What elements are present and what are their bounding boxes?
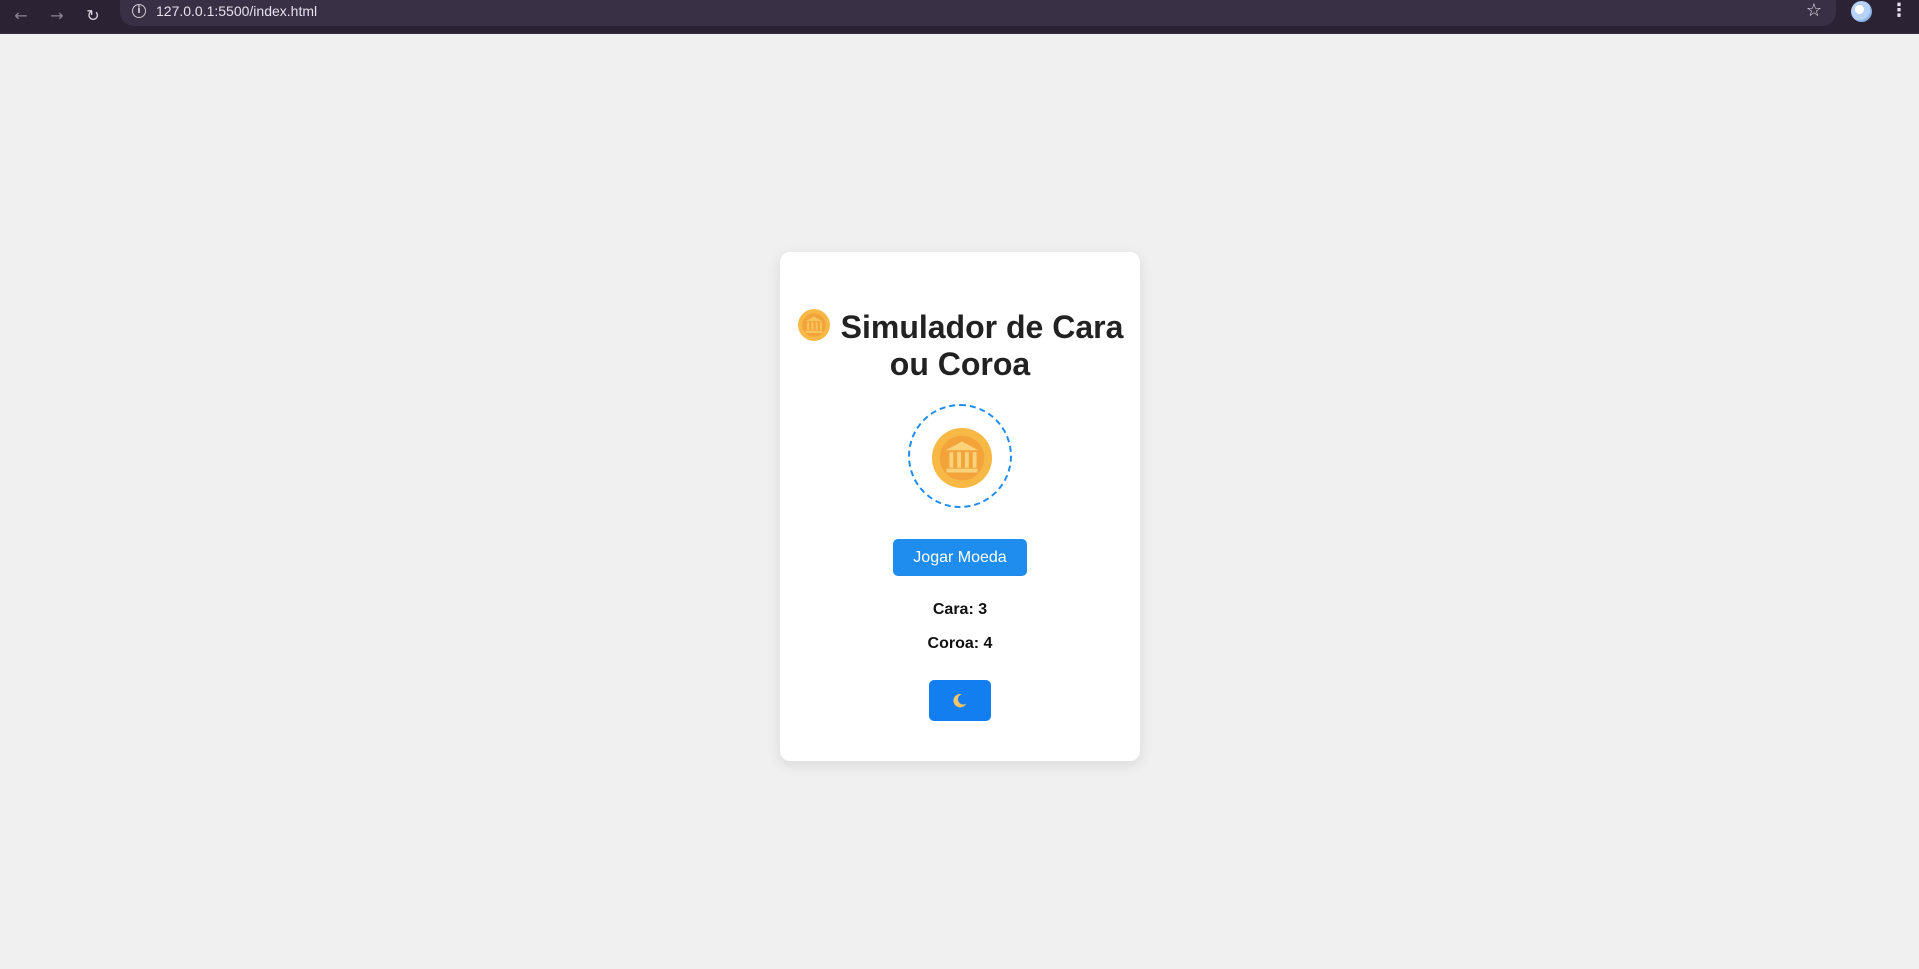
coin-bank-icon [931, 427, 993, 489]
url-text[interactable]: 127.0.0.1:5500/index.html [156, 3, 317, 19]
star-icon[interactable]: ☆ [1806, 0, 1822, 21]
info-icon[interactable]: i [132, 4, 146, 18]
profile-avatar[interactable] [1851, 1, 1872, 22]
kebab-menu-icon[interactable]: ⋮ [1890, 0, 1908, 21]
simulator-card: Simulador de Cara ou Coroa Jogar Moeda C… [780, 252, 1140, 761]
coin-icon [797, 309, 830, 341]
forward-arrow-icon[interactable]: → [44, 2, 70, 28]
browser-toolbar: ← → ↻ i 127.0.0.1:5500/index.html ☆ ⋮ [0, 0, 1919, 34]
tails-count: Coroa: 4 [927, 635, 993, 652]
flip-coin-button[interactable]: Jogar Moeda [893, 539, 1027, 576]
address-bar[interactable]: i 127.0.0.1:5500/index.html ☆ [120, 0, 1836, 26]
coin-display [908, 404, 1012, 508]
page-title-text: Simulador de Cara ou Coroa [840, 309, 1124, 382]
back-arrow-icon[interactable]: ← [8, 2, 34, 28]
theme-toggle-button[interactable] [929, 680, 991, 721]
reload-icon[interactable]: ↻ [80, 2, 106, 28]
heads-count: Cara: 3 [932, 601, 988, 618]
page-title: Simulador de Cara ou Coroa [780, 308, 1140, 383]
crescent-moon-icon [953, 693, 967, 707]
